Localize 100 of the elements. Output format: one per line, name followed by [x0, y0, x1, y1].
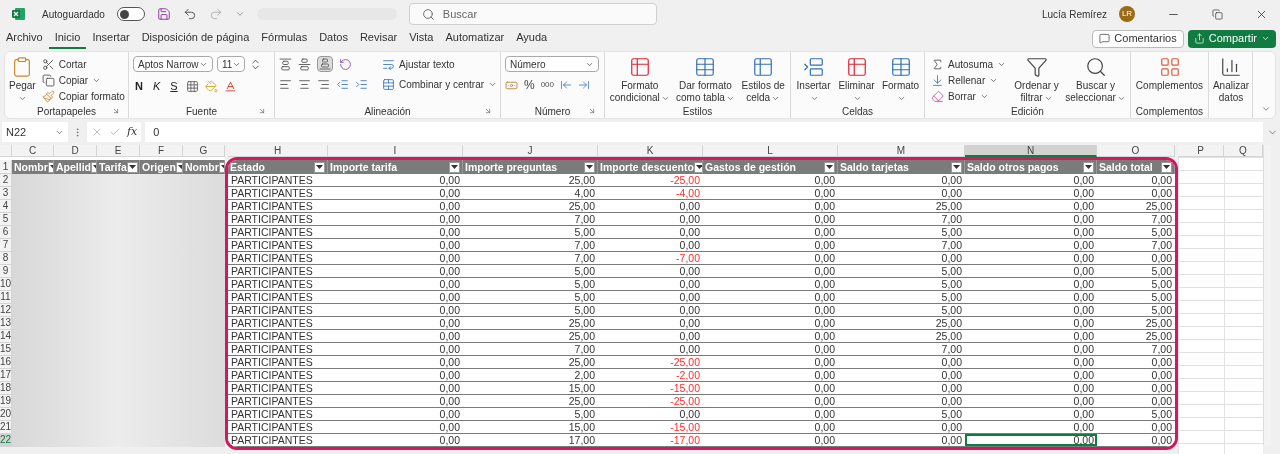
delete-button[interactable]: Eliminar: [836, 56, 877, 104]
column-header[interactable]: G: [183, 145, 225, 157]
column-header[interactable]: J: [463, 145, 598, 157]
column-header[interactable]: H: [228, 145, 328, 157]
align-middle-icon[interactable]: [298, 57, 311, 71]
autosum-button[interactable]: Autosuma: [929, 56, 1009, 72]
filter-dropdown-button[interactable]: [951, 161, 962, 173]
indent-increase-icon[interactable]: [355, 78, 368, 91]
table-cell: 0,00: [598, 291, 703, 304]
column-header[interactable]: Q: [1224, 145, 1263, 157]
formula-input[interactable]: 0: [145, 122, 1263, 142]
dialog-launcher-icon[interactable]: [258, 107, 266, 115]
filter-dropdown-button[interactable]: [584, 161, 595, 173]
column-header[interactable]: M: [838, 145, 965, 157]
cut-button[interactable]: Cortar: [39, 56, 127, 72]
number-format-dropdown[interactable]: Número: [505, 56, 599, 72]
add-ins-button[interactable]: Complementos: [1135, 56, 1204, 92]
menu-tab[interactable]: Datos: [313, 28, 354, 49]
column-header[interactable]: N: [965, 145, 1097, 157]
copy-button[interactable]: Copiar: [39, 72, 127, 88]
format-painter-button[interactable]: Copiar formato: [39, 88, 127, 104]
table-cell: 0,00: [703, 369, 838, 382]
search-field[interactable]: Buscar: [408, 3, 657, 25]
cell-styles-button[interactable]: Estilos de celda: [740, 56, 786, 104]
find-select-button[interactable]: Buscar y seleccionar: [1065, 56, 1126, 104]
column-header[interactable]: I: [328, 145, 463, 157]
dialog-launcher-icon[interactable]: [484, 107, 492, 115]
decimal-decrease-icon[interactable]: [578, 79, 591, 91]
analyze-data-button[interactable]: Analizar datos: [1213, 56, 1249, 104]
filter-dropdown-button[interactable]: [824, 161, 835, 173]
menu-tab[interactable]: Inicio: [48, 28, 87, 49]
filter-dropdown-button[interactable]: [314, 161, 325, 173]
font-size-icon[interactable]: [249, 57, 262, 71]
filter-dropdown-button[interactable]: [1083, 161, 1094, 173]
format-button[interactable]: Formato: [881, 56, 920, 104]
insert-function-button[interactable]: fx: [127, 123, 138, 141]
align-center-icon[interactable]: [298, 78, 311, 91]
insert-button[interactable]: Insertar: [795, 56, 833, 104]
percent-button[interactable]: %: [524, 78, 535, 92]
undo-icon[interactable]: [182, 7, 197, 21]
menu-tab[interactable]: Archivo: [0, 28, 49, 49]
fill-button[interactable]: Rellenar: [929, 72, 1009, 88]
table-cell: 0,00: [598, 317, 703, 330]
comments-button[interactable]: Comentarios: [1092, 29, 1184, 48]
bold-button[interactable]: N: [133, 78, 145, 95]
column-header[interactable]: L: [703, 145, 838, 157]
conditional-format-button[interactable]: Formato condicional: [609, 56, 671, 104]
autosave-toggle[interactable]: [116, 7, 145, 21]
align-bottom-toggle[interactable]: [317, 56, 333, 72]
dialog-launcher-icon[interactable]: [112, 107, 120, 115]
check-icon[interactable]: [109, 126, 121, 138]
borders-icon[interactable]: [185, 79, 199, 93]
column-header[interactable]: D: [54, 145, 97, 157]
user-avatar[interactable]: LR: [1119, 6, 1135, 22]
font-color-icon[interactable]: [223, 79, 237, 93]
column-header[interactable]: O: [1097, 145, 1175, 157]
name-box[interactable]: N22: [2, 122, 68, 142]
share-button[interactable]: Compartir: [1187, 29, 1276, 48]
decimal-increase-icon[interactable]: [560, 79, 573, 91]
font-name-dropdown[interactable]: Aptos Narrow: [133, 56, 213, 72]
column-header[interactable]: C: [12, 145, 54, 157]
menu-tab[interactable]: Automatizar: [439, 28, 511, 49]
save-icon[interactable]: [156, 7, 171, 21]
restore-icon[interactable]: [1212, 8, 1223, 20]
paste-button[interactable]: Pegar: [9, 56, 36, 104]
group-label: Celdas: [841, 104, 874, 118]
sort-filter-button[interactable]: Ordenar y filtrar: [1012, 56, 1062, 104]
table-cell: 7,00: [463, 213, 598, 226]
wrap-text-button[interactable]: Ajustar texto: [380, 56, 500, 72]
format-table-button[interactable]: Dar formato como tabla: [674, 56, 737, 104]
caret-icon: [953, 165, 960, 169]
menu-tab[interactable]: Insertar: [86, 28, 136, 49]
column-header[interactable]: E: [97, 145, 140, 157]
italic-button[interactable]: K: [150, 78, 163, 95]
column-header[interactable]: P: [1178, 145, 1224, 157]
menu-tab[interactable]: Disposición de página: [135, 28, 256, 49]
table-cell: -25,00: [598, 395, 703, 408]
font-size-dropdown[interactable]: 11: [217, 56, 245, 72]
table-cell[interactable]: 0,00: [965, 434, 1097, 447]
filter-dropdown-button[interactable]: [1161, 161, 1172, 173]
filter-dropdown-button[interactable]: [449, 161, 460, 173]
menu-tab[interactable]: Fórmulas: [255, 28, 314, 49]
clear-button[interactable]: Borrar: [929, 88, 1009, 104]
dialog-launcher-icon[interactable]: [588, 107, 596, 115]
column-header[interactable]: F: [140, 145, 183, 157]
table-cell: PARTICIPANTES: [228, 330, 328, 343]
align-right-icon[interactable]: [317, 78, 330, 91]
underline-button[interactable]: S: [168, 78, 180, 95]
collapse-ribbon-icon[interactable]: [1261, 104, 1271, 114]
menu-tab[interactable]: Ayuda: [510, 28, 554, 49]
filter-dropdown-button[interactable]: [126, 161, 138, 173]
align-top-icon[interactable]: [279, 57, 292, 71]
menu-tab[interactable]: Vista: [403, 28, 440, 49]
thousands-button[interactable]: 000: [540, 79, 555, 91]
align-left-icon[interactable]: [279, 78, 292, 91]
rotate-arrow-icon[interactable]: [339, 57, 352, 71]
merge-center-button[interactable]: Combinar y centrar: [380, 76, 500, 92]
indent-decrease-icon[interactable]: [336, 78, 349, 91]
menu-tab[interactable]: Revisar: [353, 28, 404, 49]
column-header[interactable]: K: [598, 145, 703, 157]
